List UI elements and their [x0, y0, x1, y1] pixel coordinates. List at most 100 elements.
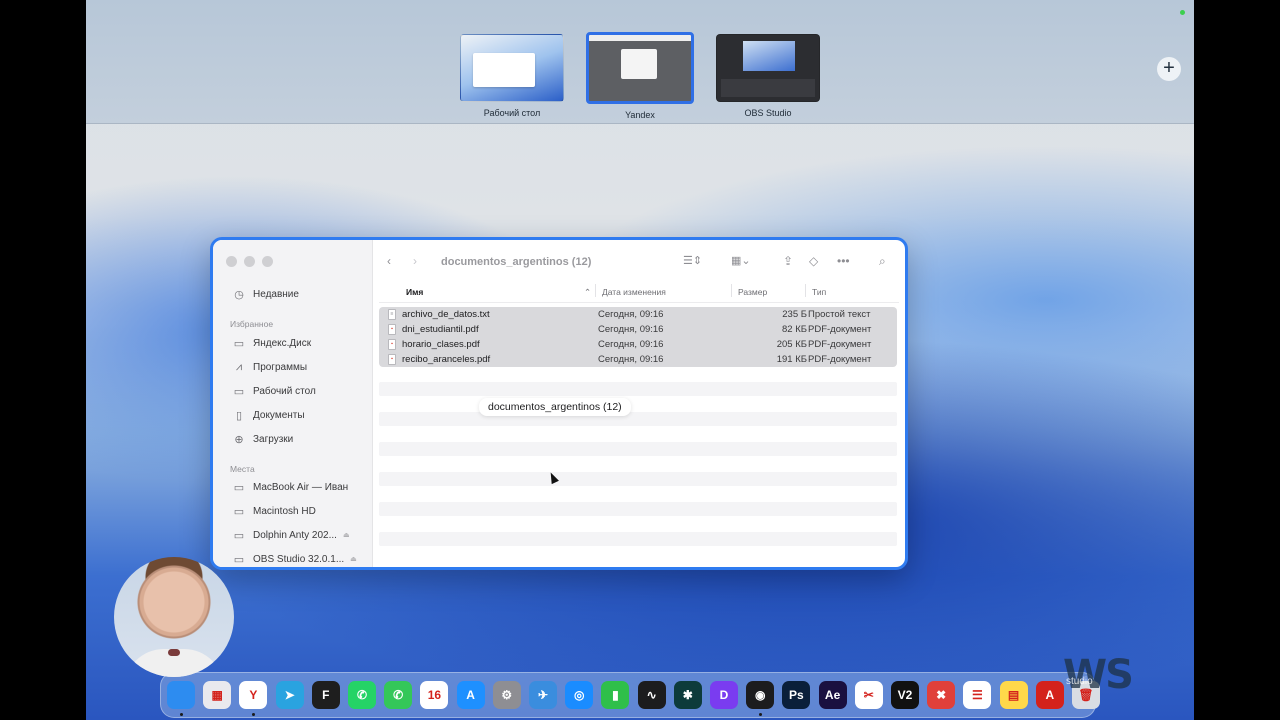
minimize-button[interactable] [244, 256, 255, 267]
column-divider [731, 284, 732, 297]
tag-icon[interactable]: ◇ [809, 254, 818, 268]
disk-icon: ▭ [233, 505, 245, 518]
file-row[interactable]: ▪ dni_estudiantil.pdf Сегодня, 09:16 82 … [379, 322, 897, 337]
dock-running-indicator [179, 713, 183, 716]
header-divider [379, 302, 899, 303]
space-thumbnail [586, 32, 694, 104]
dock-figma-icon[interactable]: F [311, 681, 340, 709]
download-icon: ⊕ [234, 433, 244, 446]
dock: ▦ Y ➤ F ✆ ✆ 16 A ⚙ ✈ ◎ ▮ ∿ ✱ D ◉ Ps Ae ✂ V2 ✖ ☰ ▤ A 🗑 [160, 672, 1100, 718]
dock-acrobat-icon[interactable]: A [1035, 681, 1064, 709]
space-label: Рабочий стол [483, 108, 541, 118]
add-space-button[interactable]: + [1157, 57, 1181, 81]
dock-system-settings-icon[interactable]: ⚙ [492, 681, 521, 709]
sidebar-item-downloads[interactable]: ⊕ Загрузки [232, 431, 293, 447]
dock-notes-icon[interactable]: ▤ [999, 681, 1028, 709]
dock-app-store-icon[interactable]: A [456, 681, 485, 709]
dock-running-indicator [251, 713, 255, 716]
empty-row [379, 442, 897, 456]
close-button[interactable] [226, 256, 237, 267]
list-view-icon[interactable]: ☰⇕ [683, 254, 702, 267]
folder-icon: ▭ [233, 337, 245, 350]
space-obs-studio[interactable]: OBS Studio [716, 34, 820, 118]
sidebar-heading-places: Места [230, 464, 255, 474]
dock-telegram-icon[interactable]: ➤ [275, 681, 304, 709]
empty-row [379, 472, 897, 486]
space-thumbnail [460, 34, 564, 102]
empty-row [379, 502, 897, 516]
space-label: OBS Studio [744, 108, 792, 118]
dock-running-indicator [758, 713, 762, 716]
space-thumbnail [716, 34, 820, 102]
column-divider [595, 284, 596, 297]
finder-content: ‹ › documentos_argentinos (12) ☰⇕ ▦⌄ ⇪ ◇… [373, 240, 905, 567]
dock-yandex-icon[interactable]: Y [239, 681, 268, 709]
sidebar-item-yandex-disk[interactable]: ▭ Яндекс.Диск [232, 335, 311, 351]
dock-finder-icon[interactable] [167, 681, 195, 709]
dock-photoshop-icon[interactable]: Ps [782, 681, 811, 709]
column-header-size[interactable]: Размер [738, 287, 767, 297]
dock-perplexity-icon[interactable]: ✱ [673, 681, 702, 709]
applications-icon: ⩘ [235, 360, 243, 373]
dock-safari-icon[interactable]: ◎ [565, 681, 594, 709]
dock-obs-studio-icon[interactable]: ◉ [746, 681, 775, 709]
space-yandex[interactable]: Yandex [586, 32, 694, 120]
back-icon[interactable]: ‹ [387, 254, 391, 268]
more-icon[interactable]: ••• [837, 254, 850, 268]
dock-whatsapp-icon[interactable]: ✆ [348, 681, 376, 709]
text-file-icon: ≡ [388, 309, 396, 320]
document-icon: ▯ [235, 409, 243, 422]
pdf-file-icon: ▪ [388, 339, 396, 350]
file-row[interactable]: ▪ recibo_aranceles.pdf Сегодня, 09:16 19… [379, 352, 897, 367]
dock-xmind-icon[interactable]: ✖ [927, 681, 956, 709]
dock-capcut-icon[interactable]: ✂ [854, 681, 883, 709]
column-header-date[interactable]: Дата изменения [602, 287, 666, 297]
dock-after-effects-icon[interactable]: Ae [818, 681, 847, 709]
laptop-icon: ▭ [233, 481, 245, 494]
sidebar-item-applications[interactable]: ⩘ Программы [232, 359, 307, 375]
file-row[interactable]: ≡ archivo_de_datos.txt Сегодня, 09:16 23… [379, 307, 897, 322]
eject-icon[interactable]: ⏏ [350, 555, 357, 563]
sidebar-item-dolphin-anty[interactable]: ▭ Dolphin Anty 202... ⏏ [232, 527, 350, 543]
sidebar-item-documents[interactable]: ▯ Документы [232, 407, 305, 423]
dock-reminders-icon[interactable]: ☰ [963, 681, 992, 709]
column-header-kind[interactable]: Тип [812, 287, 826, 297]
sidebar-item-desktop[interactable]: ▭ Рабочий стол [232, 383, 316, 399]
desktop-icon: ▭ [233, 385, 245, 398]
finder-window[interactable]: ◷ Недавние Избранное ▭ Яндекс.Диск ⩘ Про… [210, 237, 908, 570]
finder-sidebar: ◷ Недавние Избранное ▭ Яндекс.Диск ⩘ Про… [213, 240, 373, 567]
zoom-button[interactable] [262, 256, 273, 267]
watermark-sub: studio [1066, 676, 1093, 687]
forward-icon[interactable]: › [413, 254, 417, 268]
group-icon[interactable]: ▦⌄ [731, 254, 751, 267]
dock-phone-icon[interactable]: ✆ [384, 681, 413, 709]
drag-tooltip: documentos_argentinos (12) [479, 398, 631, 416]
mission-control-spaces-bar: Рабочий стол Yandex OBS Studio + [86, 0, 1194, 124]
sidebar-item-obs-studio[interactable]: ▭ OBS Studio 32.0.1... ⏏ [232, 551, 357, 567]
empty-row [379, 382, 897, 396]
file-row[interactable]: ▪ horario_clases.pdf Сегодня, 09:16 205 … [379, 337, 897, 352]
share-icon[interactable]: ⇪ [783, 254, 793, 268]
search-icon[interactable]: ⌕ [879, 254, 886, 269]
dock-mail-icon[interactable]: ✈ [529, 681, 557, 709]
dock-numbers-icon[interactable]: ▮ [601, 681, 630, 709]
pdf-file-icon: ▪ [388, 324, 396, 335]
sidebar-item-recent[interactable]: ◷ Недавние [232, 286, 299, 302]
dock-v2-icon[interactable]: V2 [891, 681, 919, 709]
disk-icon: ▭ [233, 553, 245, 566]
empty-row [379, 412, 897, 426]
column-header-name[interactable]: Имя [406, 287, 423, 297]
sidebar-item-macbook[interactable]: ▭ MacBook Air — Иван [232, 479, 348, 495]
sort-chevron-icon: ⌃ [584, 287, 592, 297]
space-desktop[interactable]: Рабочий стол [460, 34, 564, 118]
recording-indicator [1180, 10, 1185, 15]
eject-icon[interactable]: ⏏ [343, 531, 350, 539]
dock-activity-monitor-icon[interactable]: ∿ [637, 681, 666, 709]
watermark-logo: WS [1063, 652, 1134, 698]
dock-dolphin-icon[interactable]: D [710, 681, 738, 709]
sidebar-item-macintosh-hd[interactable]: ▭ Macintosh HD [232, 503, 316, 519]
dock-launchpad-icon[interactable]: ▦ [203, 681, 232, 709]
dock-calendar-icon[interactable]: 16 [420, 681, 449, 709]
space-label: Yandex [625, 110, 655, 120]
webcam-overlay [114, 557, 234, 677]
